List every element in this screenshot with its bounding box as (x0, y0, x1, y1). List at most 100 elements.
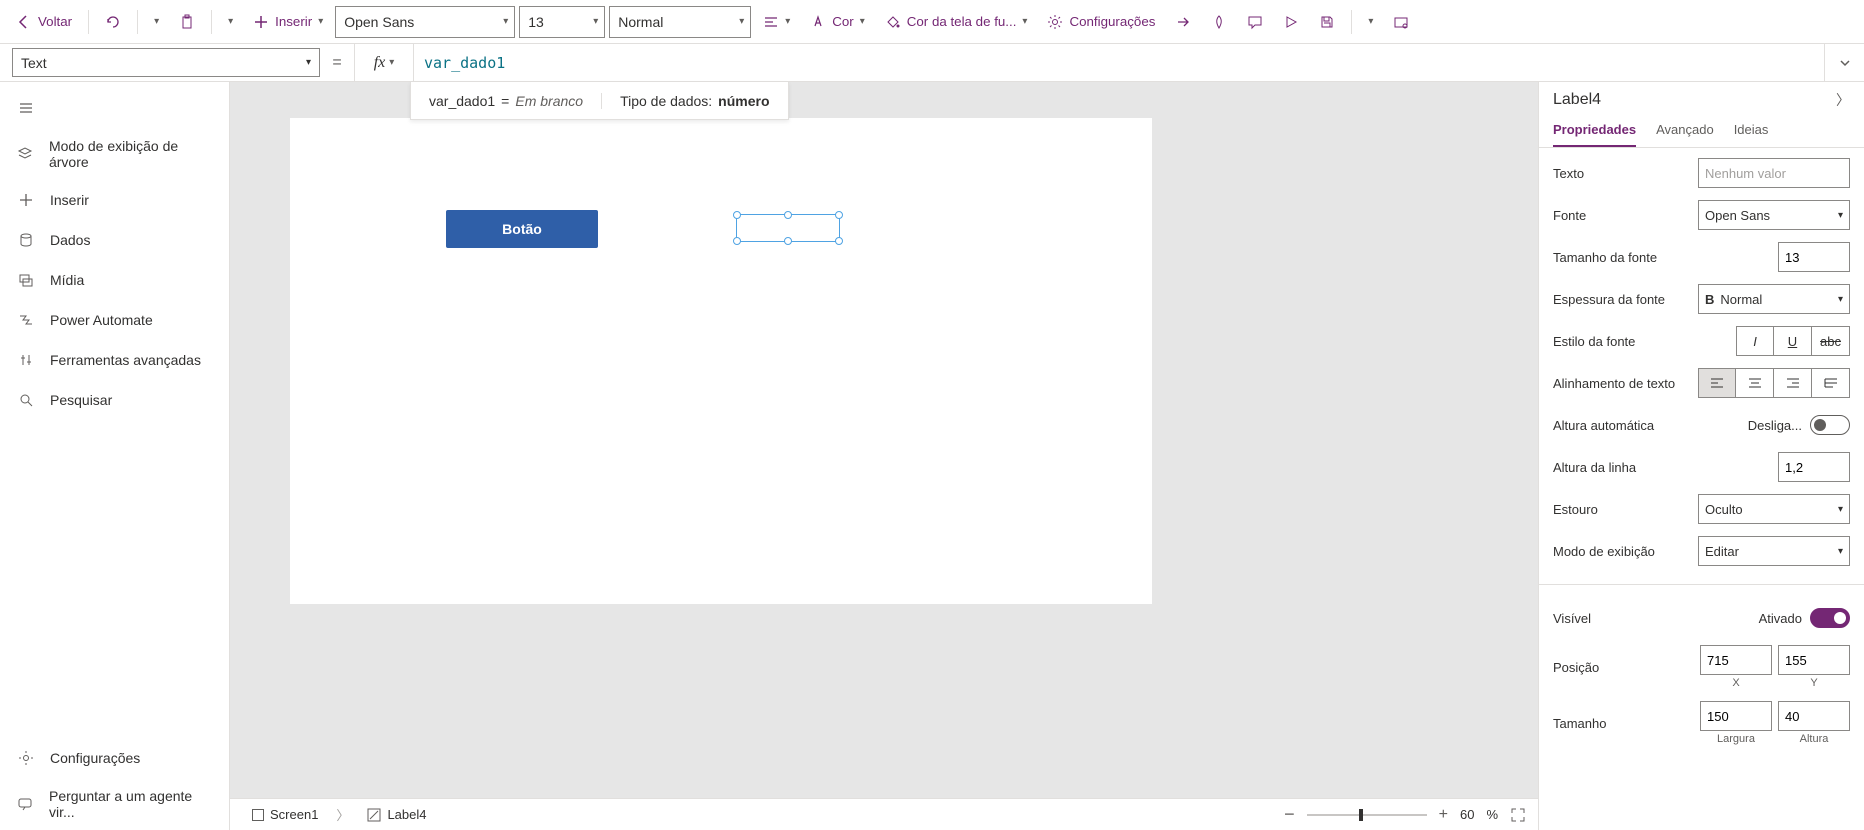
nav-label: Power Automate (50, 312, 153, 328)
prop-displaymode-select[interactable]: Editar▾ (1698, 536, 1850, 566)
align-right-button[interactable] (1774, 368, 1812, 398)
nav-tree-view[interactable]: Modo de exibição de árvore (0, 128, 229, 180)
prop-lineheight-input[interactable] (1778, 452, 1850, 482)
formula-expand-button[interactable] (1824, 44, 1864, 81)
nav-data[interactable]: Dados (0, 220, 229, 260)
comments-button[interactable] (1239, 6, 1271, 38)
search-icon (16, 390, 36, 410)
hamburger-button[interactable] (0, 88, 229, 128)
prop-x-input[interactable] (1700, 645, 1772, 675)
formula-result-value: var_dado1 = Em branco (411, 93, 601, 109)
align-justify-button[interactable] (1812, 368, 1850, 398)
prop-font-select[interactable]: Open Sans▾ (1698, 200, 1850, 230)
autoheight-toggle[interactable] (1810, 415, 1850, 435)
breadcrumb-screen[interactable]: Screen1 (242, 803, 328, 826)
prop-fontsize-input[interactable] (1778, 242, 1850, 272)
paste-button[interactable] (171, 6, 203, 38)
checker-button[interactable] (1203, 6, 1235, 38)
resize-handle[interactable] (733, 237, 741, 245)
fill-color-button[interactable]: Cor da tela de fu... ▾ (877, 6, 1036, 38)
paste-chevron[interactable]: ▾ (220, 6, 241, 38)
screen-artboard[interactable]: Botão (290, 118, 1152, 604)
preview-button[interactable] (1275, 6, 1307, 38)
tab-properties[interactable]: Propriedades (1553, 114, 1636, 147)
prop-text-input[interactable] (1698, 158, 1850, 188)
font-family-value: Open Sans (344, 14, 414, 30)
resize-handle[interactable] (784, 237, 792, 245)
panel-title: Label4 (1553, 91, 1601, 109)
breadcrumb-control[interactable]: Label4 (357, 803, 436, 826)
align-left-button[interactable] (1698, 368, 1736, 398)
nav-search[interactable]: Pesquisar (0, 380, 229, 420)
sublabel-x: X (1732, 677, 1739, 689)
resize-handle[interactable] (835, 211, 843, 219)
prop-overflow-select[interactable]: Oculto▾ (1698, 494, 1850, 524)
save-chevron[interactable]: ▾ (1360, 6, 1381, 38)
undo-button[interactable] (97, 6, 129, 38)
underline-button[interactable]: U (1774, 326, 1812, 356)
zoom-out-button[interactable]: − (1284, 804, 1295, 825)
share-button[interactable] (1167, 6, 1199, 38)
nav-insert[interactable]: Inserir (0, 180, 229, 220)
resize-handle[interactable] (733, 211, 741, 219)
separator (88, 10, 89, 34)
undo-chevron[interactable]: ▾ (146, 6, 167, 38)
autoheight-state: Desliga... (1748, 418, 1802, 433)
nav-media[interactable]: Mídia (0, 260, 229, 300)
strike-button[interactable]: abc (1812, 326, 1850, 356)
font-size-select[interactable]: 13 ▾ (519, 6, 605, 38)
prop-height-input[interactable] (1778, 701, 1850, 731)
separator (137, 10, 138, 34)
nav-label: Dados (50, 232, 90, 248)
canvas-area[interactable]: Botão (230, 82, 1538, 798)
equals-sign: = (320, 44, 354, 81)
fx-button[interactable]: fx ▾ (354, 44, 414, 81)
back-button[interactable]: Voltar (8, 6, 80, 38)
prop-y-input[interactable] (1778, 645, 1850, 675)
panel-collapse-button[interactable]: 〉 (1836, 90, 1850, 110)
settings-button[interactable]: Configurações (1039, 6, 1163, 38)
tab-advanced[interactable]: Avançado (1656, 114, 1714, 147)
nav-advanced-tools[interactable]: Ferramentas avançadas (0, 340, 229, 380)
prop-label-visible: Visível (1553, 611, 1591, 626)
breadcrumb-separator: 〉 (336, 805, 349, 824)
publish-button[interactable] (1385, 6, 1417, 38)
formula-result-type: Tipo de dados: número (601, 93, 787, 109)
prop-label-size: Tamanho (1553, 716, 1606, 731)
property-selector[interactable]: Text ▾ (12, 48, 320, 77)
nav-ask-agent[interactable]: Perguntar a um agente vir... (0, 778, 229, 830)
screen-icon (252, 809, 264, 821)
save-button[interactable] (1311, 6, 1343, 38)
align-center-button[interactable] (1736, 368, 1774, 398)
formula-input[interactable] (414, 44, 1824, 81)
tab-ideas[interactable]: Ideias (1734, 114, 1769, 147)
prop-width-input[interactable] (1700, 701, 1772, 731)
prop-fontweight-select[interactable]: BNormal ▾ (1698, 284, 1850, 314)
italic-button[interactable]: I (1736, 326, 1774, 356)
canvas-button-control[interactable]: Botão (446, 210, 598, 248)
fit-screen-button[interactable] (1510, 807, 1526, 823)
crumb-label: Screen1 (270, 807, 318, 822)
properties-panel: Label4 〉 Propriedades Avançado Ideias Te… (1538, 82, 1864, 830)
visible-toggle[interactable] (1810, 608, 1850, 628)
nav-label: Inserir (50, 192, 89, 208)
label-icon (367, 808, 381, 822)
canvas-selected-label[interactable] (736, 214, 840, 242)
zoom-slider[interactable] (1307, 814, 1427, 816)
prop-label-autoheight: Altura automática (1553, 418, 1654, 433)
prop-label-fontstyle: Estilo da fonte (1553, 334, 1635, 349)
font-weight-select[interactable]: Normal ▾ (609, 6, 751, 38)
insert-button[interactable]: Inserir ▾ (245, 6, 331, 38)
nav-settings[interactable]: Configurações (0, 738, 229, 778)
align-menu-button[interactable]: ▾ (755, 6, 798, 38)
font-family-select[interactable]: Open Sans ▾ (335, 6, 515, 38)
nav-label: Perguntar a um agente vir... (49, 788, 213, 820)
nav-power-automate[interactable]: Power Automate (0, 300, 229, 340)
resize-handle[interactable] (784, 211, 792, 219)
zoom-in-button[interactable]: + (1439, 806, 1448, 824)
zoom-controls: − + 60 % (1284, 804, 1526, 825)
font-color-button[interactable]: Cor ▾ (802, 6, 873, 38)
prop-label-align: Alinhamento de texto (1553, 376, 1675, 391)
color-label: Cor (832, 14, 853, 29)
resize-handle[interactable] (835, 237, 843, 245)
